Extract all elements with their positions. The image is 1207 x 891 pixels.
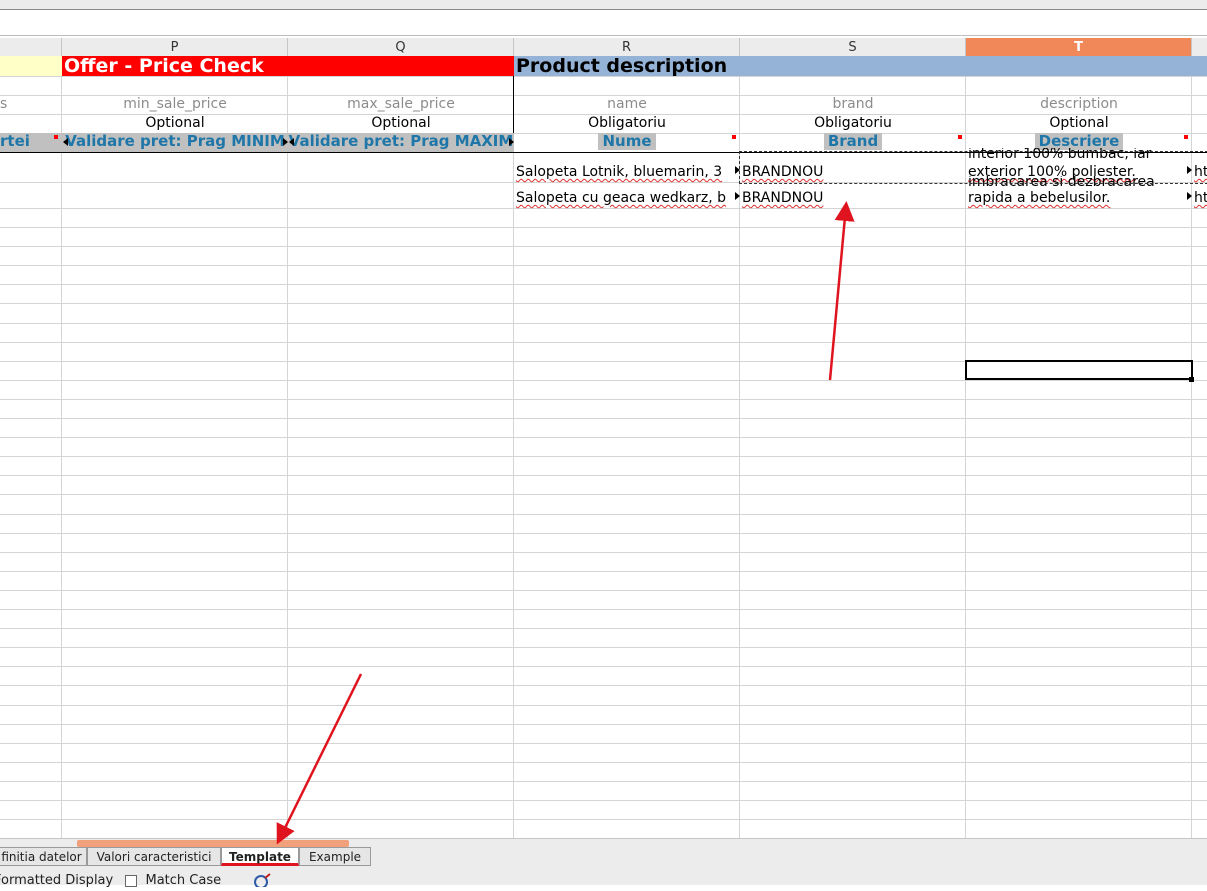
sheet-tab-valori-caracteristici[interactable]: Valori caracteristici xyxy=(87,847,221,866)
comment-indicator[interactable] xyxy=(732,135,736,139)
grid-row-line xyxy=(0,475,1207,476)
cell-next-row-2[interactable]: ht xyxy=(1192,189,1207,209)
header-label-name: Nume xyxy=(598,133,656,150)
header-label-brand: Brand xyxy=(823,133,883,150)
grid-row-line xyxy=(0,590,1207,591)
column-header-t[interactable]: T xyxy=(966,38,1192,56)
column-header-u[interactable] xyxy=(1192,38,1207,56)
grid-row-line xyxy=(0,533,1207,534)
find-replace-icon[interactable] xyxy=(252,873,272,889)
grid-row-line xyxy=(0,819,1207,820)
overflow-indicator xyxy=(283,138,288,146)
column-header-p[interactable]: P xyxy=(62,38,288,56)
find-bar-options: Formatted Display Match Case xyxy=(0,873,222,888)
overflow-indicator xyxy=(1187,192,1192,200)
grid-row-line xyxy=(0,514,1207,515)
comment-indicator[interactable] xyxy=(958,135,962,139)
grid-row-line xyxy=(0,781,1207,782)
cell-name-row-1[interactable]: Salopeta Lotnik, bluemarin, 3 xyxy=(514,163,736,183)
comment-indicator[interactable] xyxy=(1184,135,1188,139)
grid-row-line xyxy=(0,552,1207,553)
grid-row-line xyxy=(0,800,1207,801)
column-header-r[interactable]: R xyxy=(514,38,740,56)
column-header-o[interactable] xyxy=(0,38,62,56)
grid-row-line xyxy=(0,323,1207,324)
grid-row-line xyxy=(0,246,1207,247)
grid-row-line xyxy=(0,265,1207,266)
grid-row-line xyxy=(0,284,1207,285)
grid-row-line xyxy=(0,571,1207,572)
cell-brand-row-2[interactable]: BRANDNOU xyxy=(740,189,962,209)
sheet-tab-template[interactable]: Template xyxy=(221,847,299,866)
column-header-s[interactable]: S xyxy=(740,38,966,56)
spreadsheet-grid[interactable]: Offer - Price Check Product description … xyxy=(0,56,1207,838)
grid-row-line xyxy=(0,743,1207,744)
cell-name-row-2[interactable]: Salopeta cu geaca wedkarz, b xyxy=(514,189,736,209)
grid-column-line xyxy=(61,56,62,838)
formula-bar[interactable] xyxy=(0,10,1207,36)
grid-row-line xyxy=(0,399,1207,400)
field-name-min-sale-price[interactable]: min_sale_price xyxy=(62,96,288,114)
requirement-brand[interactable]: Obligatoriu xyxy=(740,115,966,133)
overflow-indicator xyxy=(63,138,68,146)
horizontal-scrollbar[interactable] xyxy=(77,840,349,847)
grid-row-line xyxy=(0,342,1207,343)
grid-row-line xyxy=(0,724,1207,725)
field-name-description[interactable]: description xyxy=(966,96,1192,114)
grid-row-line xyxy=(0,705,1207,706)
column-header-q[interactable]: Q xyxy=(288,38,514,56)
grid-row-line xyxy=(0,418,1207,419)
requirement-min-sale-price[interactable]: Optional xyxy=(62,115,288,133)
match-case-label: Match Case xyxy=(145,873,222,888)
grid-row-line xyxy=(0,628,1207,629)
selected-cell[interactable] xyxy=(965,360,1193,380)
grid-row-line xyxy=(0,456,1207,457)
grid-row-line xyxy=(0,76,1207,77)
formatted-display-label: Formatted Display xyxy=(0,873,114,888)
band-product-description[interactable]: Product description xyxy=(514,56,1207,76)
header-cell-brand[interactable]: Brand xyxy=(740,133,966,152)
cell-description-row-2[interactable]: rapida a bebelusilor. xyxy=(966,189,1188,209)
overflow-indicator xyxy=(289,138,294,146)
match-case-checkbox[interactable] xyxy=(125,874,138,887)
grid-row-line xyxy=(0,609,1207,610)
band-cell-yellow[interactable] xyxy=(0,56,62,76)
overflow-indicator xyxy=(509,138,514,146)
header-label-min-price[interactable]: Validare pret: Prag MINIM xyxy=(62,133,288,152)
field-name-brand[interactable]: brand xyxy=(740,96,966,114)
comment-indicator[interactable] xyxy=(54,135,58,139)
overflow-indicator xyxy=(735,192,740,200)
sheet-tab-example[interactable]: Example xyxy=(299,847,371,866)
grid-row-line xyxy=(0,494,1207,495)
grid-row-line xyxy=(0,437,1207,438)
window-top-strip xyxy=(0,0,1207,10)
requirement-max-sale-price[interactable]: Optional xyxy=(288,115,514,133)
sheet-tab-definitia-datelor[interactable]: finitia datelor xyxy=(0,847,87,866)
band-offer-price-check[interactable]: Offer - Price Check xyxy=(62,56,514,76)
grid-row-line xyxy=(0,647,1207,648)
requirement-name[interactable]: Obligatoriu xyxy=(514,115,740,133)
requirement-description[interactable]: Optional xyxy=(966,115,1192,133)
grid-row-line xyxy=(0,227,1207,228)
header-label-prev[interactable]: rtei xyxy=(0,133,62,152)
header-cell-name[interactable]: Nume xyxy=(514,133,740,152)
grid-row-line xyxy=(0,303,1207,304)
grid-row-line xyxy=(0,380,1207,381)
grid-row-line xyxy=(0,666,1207,667)
grid-column-line xyxy=(287,56,288,838)
header-label-max-price[interactable]: Validare pret: Prag MAXIM xyxy=(288,133,514,152)
fill-handle[interactable] xyxy=(1189,377,1194,382)
field-name-prev[interactable]: s xyxy=(0,96,62,114)
field-name-name[interactable]: name xyxy=(514,96,740,114)
grid-row-line xyxy=(0,685,1207,686)
field-name-max-sale-price[interactable]: max_sale_price xyxy=(288,96,514,114)
grid-row-line xyxy=(0,762,1207,763)
copy-marquee xyxy=(739,151,1207,184)
